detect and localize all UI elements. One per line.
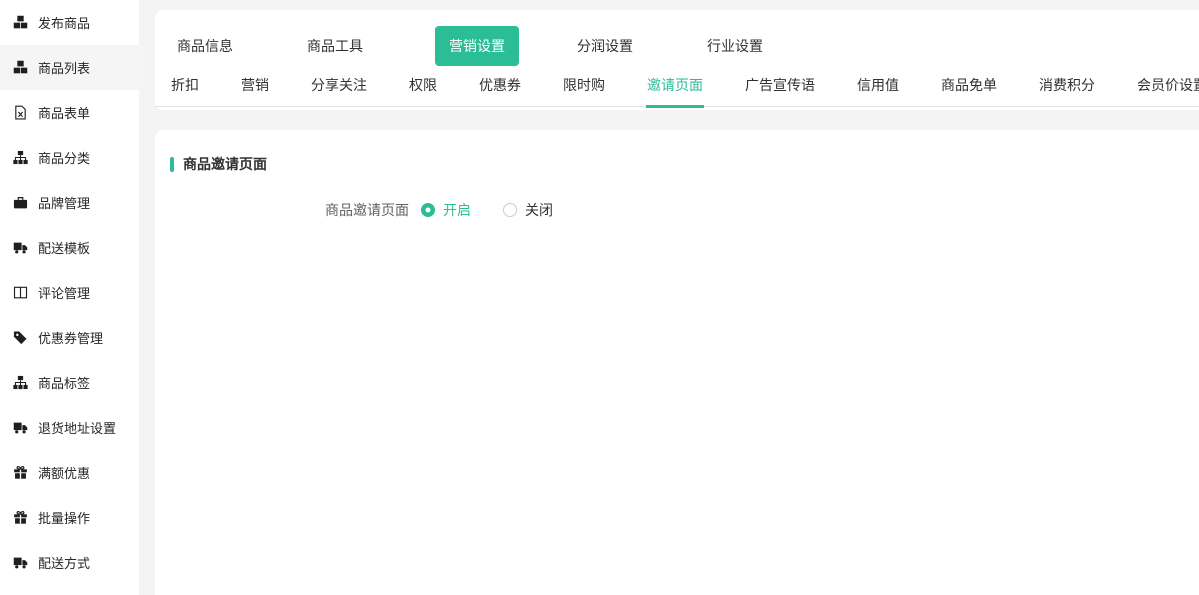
sidebar-item-coupon-management[interactable]: 优惠券管理 [0, 315, 139, 360]
tab-industry-settings[interactable]: 行业设置 [705, 36, 765, 56]
subtab-discount[interactable]: 折扣 [170, 66, 200, 108]
sidebar-item-label: 退货地址设置 [38, 418, 116, 437]
content-panel: 商品邀请页面 商品邀请页面 开启 关闭 [155, 130, 1199, 595]
subtab-marketing[interactable]: 营销 [240, 66, 270, 108]
subtab-ad-slogan[interactable]: 广告宣传语 [744, 66, 816, 108]
sidebar-item-full-discount[interactable]: 满额优惠 [0, 450, 139, 495]
invite-page-form-row: 商品邀请页面 开启 关闭 [155, 200, 1199, 220]
section-header: 商品邀请页面 [155, 130, 1199, 174]
subtab-permission[interactable]: 权限 [408, 66, 438, 108]
cubes-icon [13, 60, 28, 75]
tabs-panel: 商品信息 商品工具 营销设置 分润设置 行业设置 折扣 营销 分享关注 权限 优… [155, 10, 1199, 110]
sidebar-item-label: 评论管理 [38, 283, 90, 302]
gift-icon [13, 510, 28, 525]
sidebar-item-label: 品牌管理 [38, 193, 90, 212]
subtab-share-follow[interactable]: 分享关注 [310, 66, 368, 108]
excel-file-icon [13, 105, 28, 120]
subtab-consume-points[interactable]: 消费积分 [1038, 66, 1096, 108]
subtab-goods-free-order[interactable]: 商品免单 [940, 66, 998, 108]
sitemap-icon [13, 150, 28, 165]
subtab-member-price-settings[interactable]: 会员价设置 [1136, 66, 1199, 108]
sidebar-item-label: 发布商品 [38, 13, 90, 32]
main-tab-bar: 商品信息 商品工具 营销设置 分润设置 行业设置 [155, 27, 1199, 65]
sidebar-item-comment-management[interactable]: 评论管理 [0, 270, 139, 315]
tag-icon [13, 330, 28, 345]
tab-goods-tools[interactable]: 商品工具 [305, 36, 365, 56]
sidebar-item-label: 商品分类 [38, 148, 90, 167]
sidebar-item-label: 配送方式 [38, 553, 90, 572]
gift-icon [13, 465, 28, 480]
radio-unselected-icon[interactable] [503, 203, 517, 217]
main-area: 商品信息 商品工具 营销设置 分润设置 行业设置 折扣 营销 分享关注 权限 优… [155, 0, 1199, 595]
tab-marketing-settings[interactable]: 营销设置 [435, 26, 519, 66]
section-title: 商品邀请页面 [183, 154, 267, 174]
tab-goods-info[interactable]: 商品信息 [175, 36, 235, 56]
sidebar-item-goods-list[interactable]: 商品列表 [0, 45, 139, 90]
subtab-coupon[interactable]: 优惠券 [478, 66, 522, 108]
radio-option-on[interactable]: 开启 [421, 200, 471, 220]
sidebar-item-label: 商品列表 [38, 58, 90, 77]
cubes-icon [13, 15, 28, 30]
sidebar-item-label: 优惠券管理 [38, 328, 103, 347]
radio-off-label: 关闭 [525, 200, 553, 220]
sidebar-item-label: 满额优惠 [38, 463, 90, 482]
sidebar-item-return-address-settings[interactable]: 退货地址设置 [0, 405, 139, 450]
section-accent-bar [170, 157, 174, 172]
sitemap-icon [13, 375, 28, 390]
radio-on-label: 开启 [443, 200, 471, 220]
sidebar-item-goods-form[interactable]: 商品表单 [0, 90, 139, 135]
sidebar-item-delivery-template[interactable]: 配送模板 [0, 225, 139, 270]
truck-icon [13, 555, 28, 570]
sidebar-item-label: 商品标签 [38, 373, 90, 392]
radio-option-off[interactable]: 关闭 [503, 200, 553, 220]
sidebar-item-goods-tags[interactable]: 商品标签 [0, 360, 139, 405]
sidebar-item-label: 商品表单 [38, 103, 90, 122]
sidebar-item-brand-management[interactable]: 品牌管理 [0, 180, 139, 225]
briefcase-icon [13, 195, 28, 210]
columns-icon [13, 285, 28, 300]
sidebar: 发布商品 商品列表 商品表单 商品分类 品牌管理 配送模板 评论 [0, 0, 139, 595]
sub-tab-bar: 折扣 营销 分享关注 权限 优惠券 限时购 邀请页面 广告宣传语 信用值 商品免… [155, 66, 1199, 107]
subtab-credit-value[interactable]: 信用值 [856, 66, 900, 108]
invite-page-label: 商品邀请页面 [325, 200, 409, 220]
sidebar-item-label: 配送模板 [38, 238, 90, 257]
radio-selected-icon[interactable] [421, 203, 435, 217]
subtab-invite-page[interactable]: 邀请页面 [646, 66, 704, 108]
subtab-flash-sale[interactable]: 限时购 [562, 66, 606, 108]
sidebar-item-batch-operation[interactable]: 批量操作 [0, 495, 139, 540]
truck-icon [13, 240, 28, 255]
sidebar-item-goods-category[interactable]: 商品分类 [0, 135, 139, 180]
tab-profit-settings[interactable]: 分润设置 [575, 36, 635, 56]
truck-icon [13, 420, 28, 435]
sidebar-item-publish-goods[interactable]: 发布商品 [0, 0, 139, 45]
sidebar-item-label: 批量操作 [38, 508, 90, 527]
sidebar-item-delivery-method[interactable]: 配送方式 [0, 540, 139, 585]
